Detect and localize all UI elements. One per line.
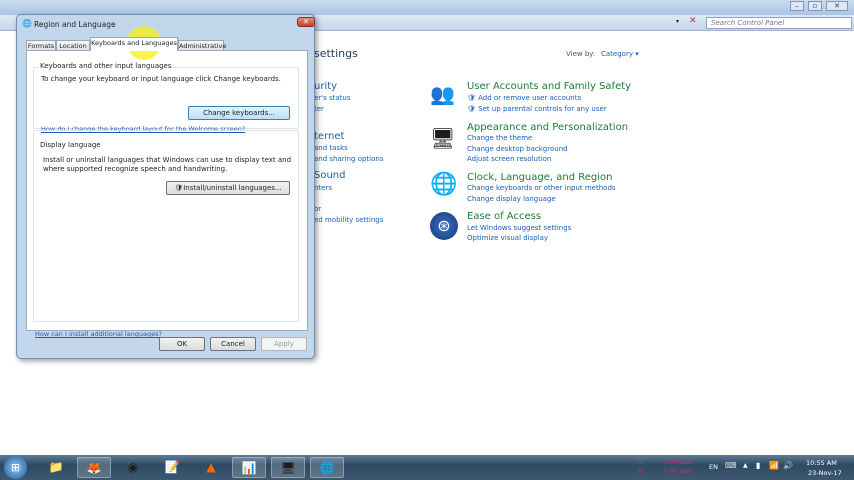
taskbar: ⊞ 📁 🦊 ◉ 📝 ▲ 📊 🖥 🌐 U: D: 0.00 kB/s 0.00 k… [0,455,854,480]
partial-link[interactable]: er's status [314,94,351,102]
link-text: Set up parental controls for any user [478,105,607,113]
category-ease-of-access[interactable]: Ease of Access [467,211,541,222]
category-clock-language-region[interactable]: Clock, Language, and Region [467,172,612,183]
group-text: To change your keyboard or input languag… [41,75,281,83]
link-text: Add or remove user accounts [478,94,582,102]
dropdown-icon[interactable]: ▾ [676,18,679,25]
clock-time[interactable]: 10:55 AM [806,459,837,467]
monitor-palette-icon: 🖥 [430,126,456,150]
taskbar-explorer-icon[interactable]: 📁 [39,457,73,478]
control-panel-titlebar: – ▫ ✕ [0,0,854,15]
partial-link[interactable]: or [314,205,321,213]
category-link[interactable]: Change keyboards or other input methods [467,184,616,192]
clock-date[interactable]: 23-Nov-17 [808,469,842,477]
search-input[interactable]: Search Control Panel [706,17,852,29]
category-link[interactable]: Change display language [467,195,556,203]
tab-keyboards-and-languages[interactable]: Keyboards and Languages [90,37,178,51]
category-link[interactable]: Change the theme [467,134,532,142]
group-text: where supported recognize speech and han… [43,165,228,173]
start-button[interactable]: ⊞ [4,456,27,479]
partial-link[interactable]: ter [314,105,324,113]
group-title: Display language [39,141,102,149]
taskbar-chrome-icon[interactable]: ◉ [116,457,150,478]
close-window-button[interactable]: ✕ [826,1,848,11]
cancel-button[interactable]: Cancel [210,337,256,351]
keyboard-icon[interactable]: ⌨ [725,461,737,470]
category-link[interactable]: 🛡 Set up parental controls for any user [467,105,607,113]
view-by-dropdown[interactable]: Category ▾ [601,50,639,58]
maximize-button[interactable]: ▫ [808,1,822,11]
apply-button[interactable]: Apply [261,337,307,351]
battery-icon[interactable]: ▮ [756,461,760,470]
net-down-label: D: [638,468,645,475]
taskbar-control-panel-icon[interactable]: 🖥 [271,457,305,478]
net-down-speed: 0.00 kB/s [664,468,693,475]
partial-link[interactable]: ed mobility settings [314,216,383,224]
category-link[interactable]: Adjust screen resolution [467,155,551,163]
clear-icon[interactable]: ✕ [689,16,697,26]
install-additional-languages-link[interactable]: How can I install additional languages? [35,330,162,338]
view-by-label: View by: [566,50,596,58]
install-uninstall-languages-button[interactable]: 🛡Install/uninstall languages... [166,181,290,195]
show-hidden-icons[interactable]: ▲ [743,462,748,469]
category-link[interactable]: Let Windows suggest settings [467,224,571,232]
taskbar-notepad-icon[interactable]: 📝 [155,457,189,478]
partial-text[interactable]: Sound [314,170,346,181]
category-link[interactable]: 🛡 Add or remove user accounts [467,94,581,102]
users-icon: 👥 [430,82,455,106]
dialog-title: Region and Language [34,20,116,29]
globe-icon: 🌐 [22,19,32,28]
taskbar-powerpoint-icon[interactable]: 📊 [232,457,266,478]
change-keyboards-button[interactable]: Change keyboards... [188,106,290,120]
volume-icon[interactable]: 🔊 [783,461,793,470]
partial-text[interactable]: urity [314,81,337,92]
globe-clock-icon: 🌐 [430,172,458,197]
dialog-close-button[interactable]: ✕ [297,17,315,27]
category-appearance[interactable]: Appearance and Personalization [467,122,628,133]
network-icon[interactable]: 📶 [769,461,779,470]
partial-link[interactable]: and tasks [314,144,348,152]
category-user-accounts[interactable]: User Accounts and Family Safety [467,81,631,92]
category-link[interactable]: Change desktop background [467,145,568,153]
partial-link[interactable]: and sharing options [314,155,383,163]
minimize-button[interactable]: – [790,1,804,11]
partial-link[interactable]: nters [314,184,332,192]
ease-of-access-icon: ⊛ [430,212,458,240]
net-up-speed: 0.00 kB/s [664,459,693,466]
category-link[interactable]: Optimize visual display [467,234,548,242]
partial-text[interactable]: ternet [314,131,344,142]
net-up-label: U: [638,459,645,466]
group-title: Keyboards and other input languages [39,62,173,70]
taskbar-vlc-icon[interactable]: ▲ [194,457,228,478]
tab-panel: Keyboards and other input languages To c… [26,50,308,338]
ok-button[interactable]: OK [159,337,205,351]
page-title: settings [314,47,358,60]
taskbar-firefox-icon[interactable]: 🦊 [77,457,111,478]
region-language-dialog: 🌐 Region and Language ✕ Formats Location… [16,14,315,359]
shield-icon: 🛡 [174,184,184,192]
language-indicator[interactable]: EN [709,463,718,471]
taskbar-region-language-icon[interactable]: 🌐 [310,457,344,478]
group-text: Install or uninstall languages that Wind… [43,156,292,164]
view-by-value: Category [601,50,633,58]
button-label: Install/uninstall languages... [183,184,282,192]
